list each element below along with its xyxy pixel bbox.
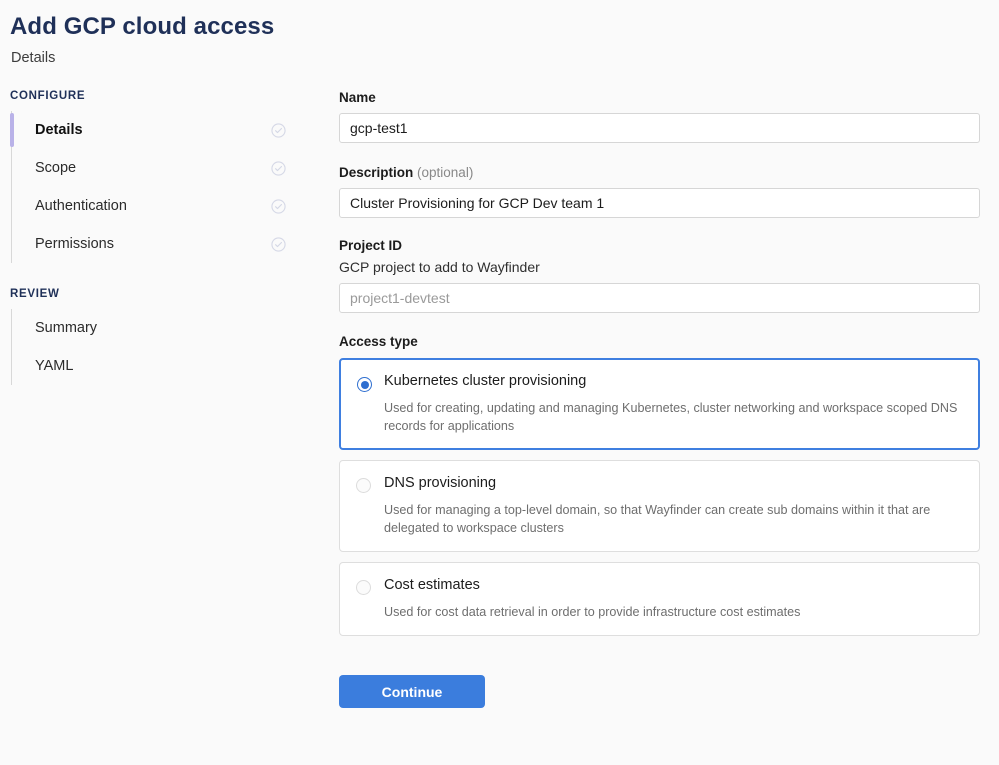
sidebar-item-label: YAML (35, 358, 74, 374)
sidebar-item-label: Summary (35, 320, 98, 336)
details-form: Name Description (optional) Project ID G… (339, 90, 980, 708)
sidebar-item-summary[interactable]: Summary (11, 309, 300, 347)
sidebar-item-authentication[interactable]: Authentication (11, 187, 300, 225)
radio-icon[interactable] (356, 580, 371, 595)
sidebar-group-review: Summary YAML (0, 309, 300, 385)
sidebar-item-scope[interactable]: Scope (11, 149, 300, 187)
check-circle-icon (271, 160, 286, 176)
sidebar-item-label: Scope (35, 160, 77, 176)
sidebar-item-label: Authentication (35, 198, 127, 214)
project-id-input[interactable] (339, 283, 980, 313)
radio-icon[interactable] (356, 478, 371, 493)
add-cloud-access-page: Add GCP cloud access Details CONFIGURE D… (0, 0, 999, 765)
access-type-option-cost-estimates[interactable]: Cost estimates Used for cost data retrie… (339, 562, 980, 636)
project-id-label: Project ID (339, 238, 403, 253)
page-subtitle: Details (11, 50, 56, 66)
sidebar-group-configure: Details Scope Authentication Permissions (0, 111, 300, 263)
sidebar-item-yaml[interactable]: YAML (11, 347, 300, 385)
check-circle-icon (271, 236, 286, 252)
radio-icon[interactable] (357, 377, 372, 392)
name-label: Name (339, 90, 376, 105)
name-input[interactable] (339, 113, 980, 143)
wizard-sidebar: CONFIGURE Details Scope Authentication P… (0, 90, 300, 385)
option-description: Used for cost data retrieval in order to… (384, 605, 801, 619)
option-description: Used for creating, updating and managing… (384, 401, 958, 433)
option-description: Used for managing a top-level domain, so… (384, 503, 931, 535)
access-type-option-kubernetes-cluster-provisioning[interactable]: Kubernetes cluster provisioning Used for… (339, 358, 980, 450)
sidebar-item-details[interactable]: Details (10, 111, 300, 149)
continue-button[interactable]: Continue (339, 675, 485, 708)
option-title: DNS provisioning (384, 475, 497, 491)
project-id-sublabel: GCP project to add to Wayfinder (339, 259, 540, 275)
access-type-option-dns-provisioning[interactable]: DNS provisioning Used for managing a top… (339, 460, 980, 552)
option-title: Cost estimates (384, 577, 480, 593)
sidebar-item-permissions[interactable]: Permissions (11, 225, 300, 263)
sidebar-item-label: Details (35, 122, 83, 138)
description-label-text: Description (339, 165, 414, 180)
option-title: Kubernetes cluster provisioning (384, 373, 587, 389)
sidebar-heading-review: REVIEW (10, 288, 60, 300)
description-optional-text: (optional) (417, 165, 474, 180)
page-title: Add GCP cloud access (10, 13, 275, 40)
sidebar-item-label: Permissions (35, 236, 114, 252)
access-type-radio-group: Kubernetes cluster provisioning Used for… (339, 358, 980, 636)
description-input[interactable] (339, 188, 980, 218)
check-circle-icon (271, 122, 286, 138)
access-type-label: Access type (339, 334, 418, 349)
description-label: Description (optional) (339, 165, 980, 180)
check-circle-icon (271, 198, 286, 214)
sidebar-heading-configure: CONFIGURE (10, 90, 86, 102)
